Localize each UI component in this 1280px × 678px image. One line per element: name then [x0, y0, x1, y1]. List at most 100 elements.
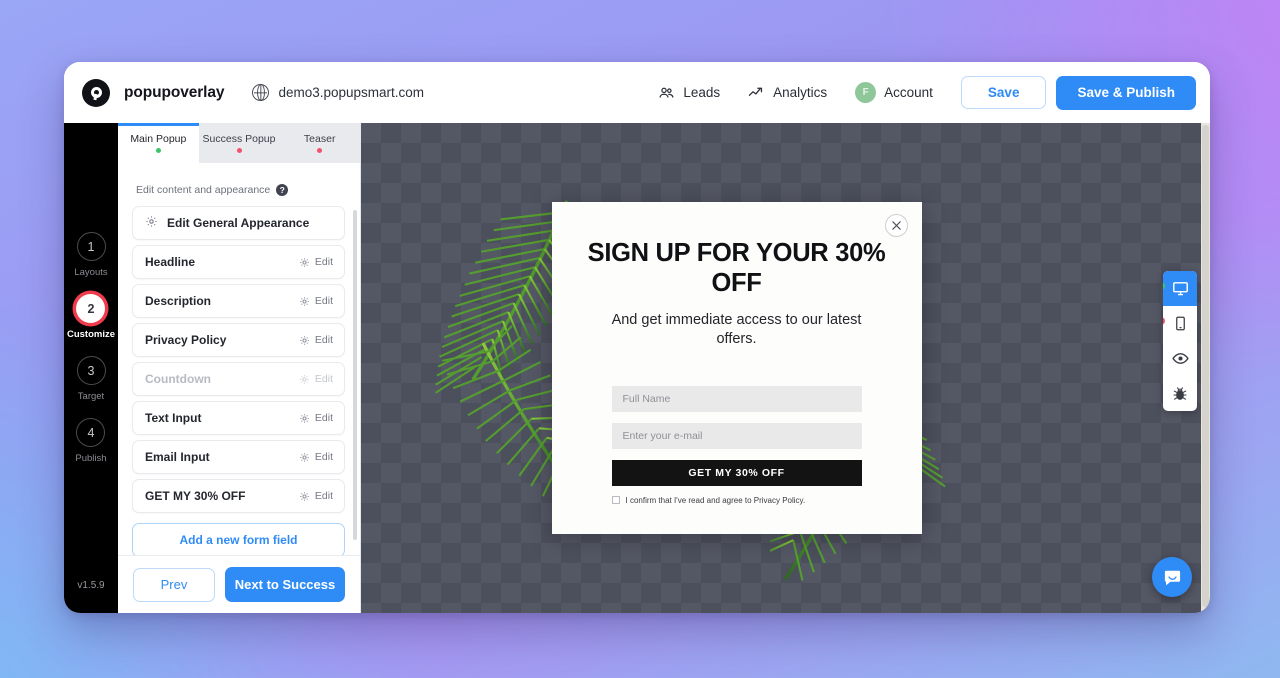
- edit-action[interactable]: Edit: [299, 373, 333, 385]
- eye-icon: [1171, 353, 1189, 364]
- gear-icon: [300, 413, 309, 423]
- leads-icon: [659, 87, 674, 98]
- tab-teaser[interactable]: Teaser: [279, 123, 361, 163]
- consent-checkbox[interactable]: [611, 496, 620, 505]
- edit-action[interactable]: Edit: [299, 295, 333, 307]
- edit-action[interactable]: Edit: [299, 334, 333, 346]
- brand-logo-icon[interactable]: [82, 78, 110, 107]
- canvas-scrollbar[interactable]: [1201, 123, 1210, 613]
- popup-cta-button[interactable]: GET MY 30% OFF: [611, 459, 862, 486]
- preview-canvas[interactable]: SIGN UP FOR YOUR 30% OFF And get immedia…: [361, 123, 1210, 613]
- canvas-scrollbar-thumb[interactable]: [1202, 125, 1209, 607]
- desktop-view-button[interactable]: [1163, 271, 1197, 306]
- site-url-chip[interactable]: demo3.popupsmart.com: [252, 83, 425, 101]
- mobile-status-badge: [1163, 317, 1165, 325]
- device-toolbar: [1163, 271, 1197, 411]
- list-item-headline[interactable]: Headline Edit: [132, 245, 345, 279]
- popup-headline[interactable]: SIGN UP FOR YOUR 30% OFF: [552, 202, 922, 298]
- chat-bubble-icon[interactable]: [1152, 557, 1192, 597]
- header-actions: Leads Analytics F Account Save Save & Pu…: [644, 75, 1196, 110]
- consent-row: I confirm that I've read and agree to Pr…: [611, 496, 862, 505]
- account-nav-item[interactable]: F Account: [841, 76, 947, 109]
- mobile-view-button[interactable]: [1163, 306, 1197, 341]
- analytics-nav-item[interactable]: Analytics: [734, 78, 841, 107]
- panel-subtitle-label: Edit content and appearance: [136, 184, 271, 196]
- edit-action[interactable]: Edit: [299, 256, 333, 268]
- edit-action[interactable]: Edit: [299, 412, 333, 424]
- gear-icon: [145, 215, 158, 231]
- step-number: 3: [76, 356, 106, 385]
- edit-action[interactable]: Edit: [299, 490, 333, 502]
- list-item-cta-button[interactable]: GET MY 30% OFF Edit: [132, 479, 345, 513]
- step-rail: 1 Layouts 2 Customize 3 Target 4 Publish…: [64, 123, 118, 613]
- editor-panel: Main Popup Success Popup Teaser Edit con…: [118, 123, 361, 613]
- step-item-layouts[interactable]: 1 Layouts: [74, 232, 108, 278]
- item-label: Text Input: [145, 411, 202, 425]
- popup-preview[interactable]: SIGN UP FOR YOUR 30% OFF And get immedia…: [551, 202, 922, 534]
- tab-main-popup[interactable]: Main Popup: [118, 123, 199, 163]
- add-new-form-field-button[interactable]: Add a new form field: [132, 523, 345, 555]
- edit-label: Edit: [314, 256, 333, 268]
- edit-label: Edit: [314, 412, 333, 424]
- list-item-privacy-policy[interactable]: Privacy Policy Edit: [132, 323, 345, 357]
- analytics-icon: [748, 87, 763, 96]
- list-item-countdown[interactable]: Countdown Edit: [132, 362, 345, 396]
- bug-icon: [1173, 386, 1187, 400]
- leads-nav-item[interactable]: Leads: [644, 78, 734, 107]
- status-dot-green: [155, 148, 161, 153]
- status-dot-red: [317, 148, 323, 153]
- tab-success-popup[interactable]: Success Popup: [198, 123, 280, 163]
- panel-scrollbar-thumb[interactable]: [353, 210, 357, 540]
- help-icon[interactable]: ?: [276, 184, 289, 196]
- app-window: popupoverlay demo3.popupsmart.com Leads …: [64, 62, 1210, 613]
- app-body: 1 Layouts 2 Customize 3 Target 4 Publish…: [64, 123, 1210, 613]
- email-input[interactable]: Enter your e-mail: [611, 422, 862, 449]
- edit-label: Edit: [314, 334, 333, 346]
- list-item-description[interactable]: Description Edit: [132, 284, 345, 318]
- panel-footer: Prev Next to Success: [118, 555, 360, 613]
- item-label: Description: [145, 294, 212, 308]
- preview-button[interactable]: [1163, 341, 1197, 376]
- edit-label: Edit: [314, 451, 333, 463]
- gear-icon: [300, 257, 309, 267]
- save-button[interactable]: Save: [960, 76, 1047, 109]
- prev-button[interactable]: Prev: [133, 567, 215, 602]
- step-item-publish[interactable]: 4 Publish: [75, 418, 107, 464]
- desktop-icon: [1172, 282, 1188, 296]
- brand-name: popupoverlay: [124, 83, 225, 101]
- gear-icon: [300, 296, 309, 306]
- leads-label: Leads: [683, 85, 721, 100]
- list-item-email-input[interactable]: Email Input Edit: [132, 440, 345, 474]
- next-to-success-button[interactable]: Next to Success: [225, 567, 345, 602]
- tab-label: Main Popup: [130, 133, 187, 145]
- step-number: 1: [76, 232, 106, 261]
- popup-tabbar: Main Popup Success Popup Teaser: [118, 123, 361, 163]
- tab-label: Success Popup: [202, 133, 276, 145]
- edit-action[interactable]: Edit: [299, 451, 333, 463]
- panel-item-list: Edit General Appearance Headline Edit De…: [118, 206, 360, 555]
- chat-glyph: [1164, 570, 1180, 585]
- popup-description[interactable]: And get immediate access to our latest o…: [552, 298, 922, 348]
- app-header: popupoverlay demo3.popupsmart.com Leads …: [64, 62, 1210, 123]
- account-label: Account: [884, 85, 933, 100]
- gear-icon: [300, 452, 309, 462]
- save-and-publish-button[interactable]: Save & Publish: [1056, 75, 1196, 110]
- debug-button[interactable]: [1163, 376, 1197, 411]
- globe-icon: [252, 83, 270, 101]
- step-number: 2: [76, 294, 106, 323]
- mobile-icon: [1175, 316, 1185, 331]
- close-icon[interactable]: [884, 214, 908, 237]
- list-item-text-input[interactable]: Text Input Edit: [132, 401, 345, 435]
- full-name-input[interactable]: Full Name: [611, 385, 862, 412]
- step-label: Customize: [66, 329, 116, 340]
- step-label: Publish: [75, 453, 107, 464]
- tab-label: Teaser: [303, 133, 336, 145]
- site-url-label: demo3.popupsmart.com: [278, 85, 425, 100]
- step-item-customize[interactable]: 2 Customize: [67, 294, 115, 340]
- item-label: Privacy Policy: [145, 333, 227, 347]
- edit-general-appearance-button[interactable]: Edit General Appearance: [132, 206, 345, 240]
- avatar: F: [855, 82, 877, 103]
- step-item-target[interactable]: 3 Target: [76, 356, 106, 402]
- panel-scrollbar[interactable]: [353, 210, 357, 540]
- step-label: Target: [77, 391, 105, 402]
